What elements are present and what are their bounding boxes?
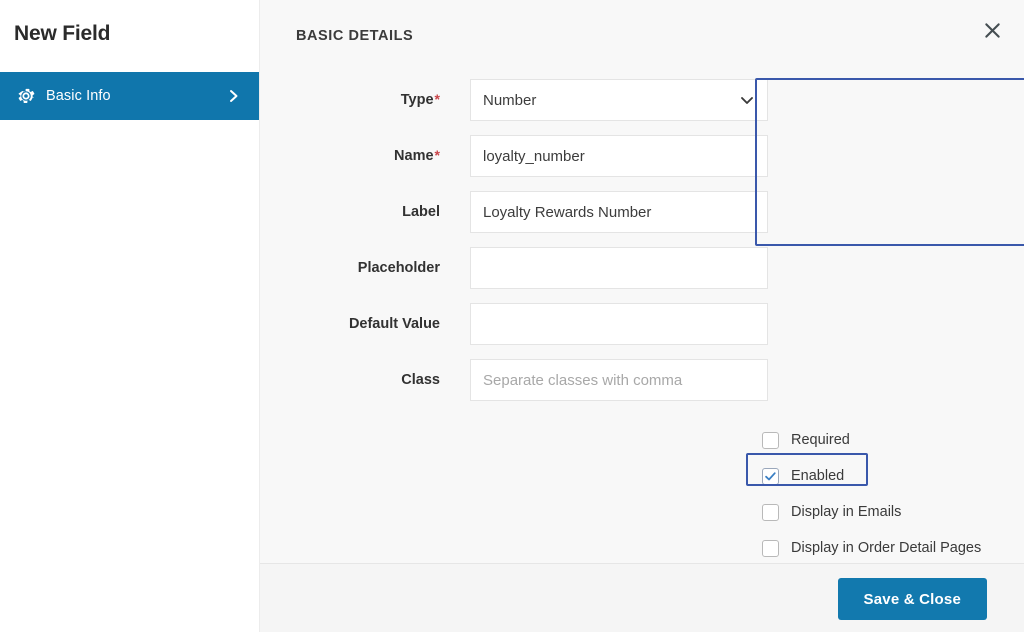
form-row-placeholder: Placeholder <box>260 246 1024 290</box>
sidebar: New Field Basic Info <box>0 0 260 632</box>
page-title: New Field <box>14 22 111 45</box>
field-label-name: Name* <box>394 147 440 164</box>
form-row-name: Name* loyalty_number <box>260 134 1024 178</box>
required-asterisk: * <box>434 91 440 107</box>
gear-icon <box>16 86 36 106</box>
checkbox-enabled[interactable] <box>762 467 779 485</box>
field-label-type: Type* <box>400 91 440 108</box>
label-input-value: Loyalty Rewards Number <box>483 203 652 221</box>
close-icon[interactable] <box>976 14 1008 46</box>
checkbox-label-display-in-emails: Display in Emails <box>791 504 902 520</box>
checkbox-row-display-in-order-detail-pages[interactable]: Display in Order Detail Pages <box>762 530 981 566</box>
chevron-down-icon <box>739 92 755 108</box>
checkbox-row-required[interactable]: Required <box>762 422 981 458</box>
required-asterisk: * <box>434 147 440 163</box>
form-row-default-value: Default Value <box>260 302 1024 346</box>
sidebar-item-label: Basic Info <box>46 88 111 104</box>
type-select-value: Number <box>483 91 537 109</box>
form-row-type: Type* Number <box>260 78 1024 122</box>
checkbox-row-enabled[interactable]: Enabled <box>762 458 981 494</box>
label-input[interactable]: Loyalty Rewards Number <box>470 191 768 233</box>
checkbox-label-display-in-order-detail-pages: Display in Order Detail Pages <box>791 540 982 556</box>
default-value-input[interactable] <box>470 303 768 345</box>
sidebar-nav: Basic Info <box>0 72 259 120</box>
placeholder-input[interactable] <box>470 247 768 289</box>
field-label-label: Label <box>402 204 440 220</box>
checkbox-label-enabled: Enabled <box>791 468 845 484</box>
field-label-class: Class <box>401 372 440 388</box>
checkbox-display-in-order-detail-pages[interactable] <box>762 539 779 557</box>
name-input[interactable]: loyalty_number <box>470 135 768 177</box>
chevron-right-icon <box>227 88 241 104</box>
type-select[interactable]: Number <box>470 79 768 121</box>
main-panel: BASIC DETAILS Type* Number Name* loyalty… <box>260 0 1024 632</box>
checkbox-display-in-emails[interactable] <box>762 503 779 521</box>
field-label-default-value: Default Value <box>348 316 440 332</box>
dialog-footer: Save & Close <box>260 563 1024 632</box>
checkbox-label-required: Required <box>791 432 850 448</box>
checkbox-row-display-in-emails[interactable]: Display in Emails <box>762 494 981 530</box>
name-input-value: loyalty_number <box>483 147 585 165</box>
class-input-placeholder: Separate classes with comma <box>483 371 683 389</box>
sidebar-item-basic-info[interactable]: Basic Info <box>0 72 259 120</box>
section-header: BASIC DETAILS <box>296 28 414 44</box>
basic-details-form: Type* Number Name* loyalty_number Label … <box>260 78 1024 414</box>
form-row-class: Class Separate classes with comma <box>260 358 1024 402</box>
field-label-placeholder: Placeholder <box>357 260 440 276</box>
new-field-dialog: New Field Basic Info BASIC DETAILS Type*… <box>0 0 1024 632</box>
form-row-label: Label Loyalty Rewards Number <box>260 190 1024 234</box>
check-icon <box>765 471 776 480</box>
options-checkbox-group: Required Enabled Display in Emails Displ… <box>762 422 981 566</box>
class-input[interactable]: Separate classes with comma <box>470 359 768 401</box>
save-and-close-button[interactable]: Save & Close <box>837 578 987 620</box>
checkbox-required[interactable] <box>762 431 779 449</box>
